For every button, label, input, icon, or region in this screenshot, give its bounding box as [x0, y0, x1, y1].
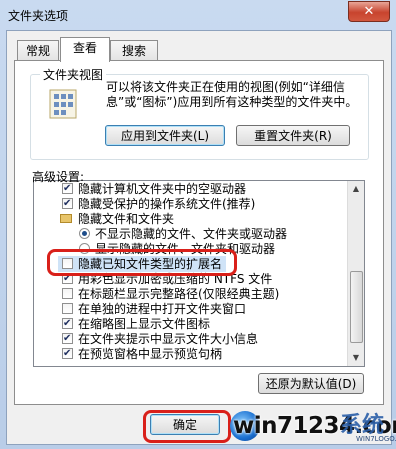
- checkbox[interactable]: [62, 288, 73, 299]
- checkbox[interactable]: [62, 196, 73, 212]
- folder-options-window: 文件夹选项 ✕ 常规 查看 搜索 文件夹视图 可以将该文件夹正在使用的视图(例如…: [0, 0, 396, 449]
- reset-folders-button[interactable]: 重置文件夹(R): [236, 125, 350, 146]
- scrollbar-thumb[interactable]: [350, 271, 363, 343]
- checkbox[interactable]: [62, 331, 73, 347]
- tab-search[interactable]: 搜索: [110, 40, 158, 61]
- ok-highlight-annotation: [143, 410, 231, 443]
- watermark: win71234.com 系统 WIN7LOGO.COM: [228, 403, 396, 449]
- watermark-subtext: WIN7LOGO.COM: [356, 435, 396, 443]
- tab-view[interactable]: 查看: [60, 37, 110, 62]
- checkbox[interactable]: [62, 303, 73, 314]
- checkbox[interactable]: [62, 346, 73, 362]
- folder-views-legend: 文件夹视图: [40, 66, 107, 83]
- folder-icon: [60, 214, 72, 223]
- folder-views-description: 可以将该文件夹正在使用的视图(例如“详细信息”或“图标”)应用到所有这种类型的文…: [106, 80, 358, 109]
- window-title: 文件夹选项: [8, 9, 69, 23]
- checkbox[interactable]: [62, 316, 73, 332]
- title-bar[interactable]: 文件夹选项 ✕: [0, 0, 396, 30]
- apply-to-folders-button[interactable]: 应用到文件夹(L): [105, 125, 225, 146]
- folder-view-icon: [49, 89, 77, 119]
- tab-general[interactable]: 常规: [17, 40, 59, 61]
- advanced-settings-label: 高级设置:: [32, 170, 85, 184]
- close-button[interactable]: ✕: [348, 1, 390, 22]
- radio-button[interactable]: [79, 228, 90, 239]
- highlight-annotation: [47, 249, 237, 276]
- scroll-down-icon[interactable]: ▼: [348, 350, 364, 366]
- restore-defaults-button[interactable]: 还原为默认值(D): [258, 373, 364, 394]
- vertical-scrollbar[interactable]: ▲ ▼: [347, 181, 364, 366]
- scroll-up-icon[interactable]: ▲: [348, 181, 364, 197]
